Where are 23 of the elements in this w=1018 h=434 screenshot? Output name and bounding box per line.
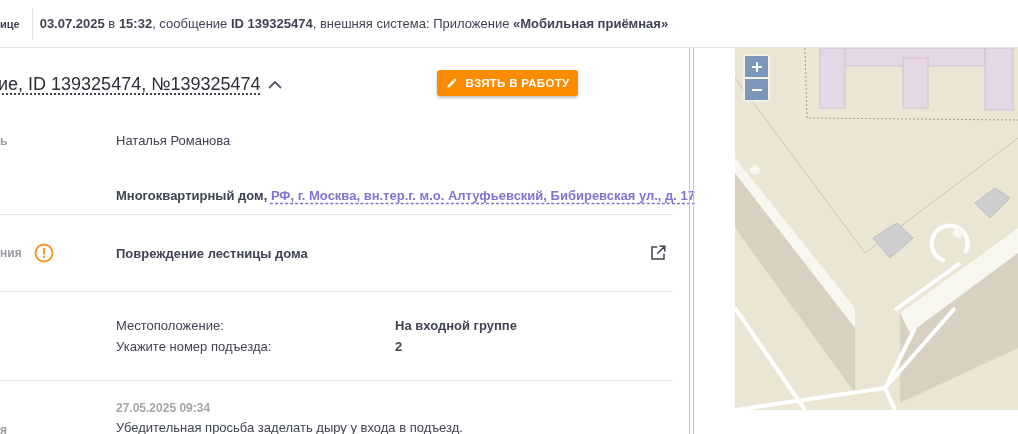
request-title[interactable]: ие, ID 139325474, №139325474 [0,74,261,95]
section-label: ь [0,134,8,148]
zoom-out-button[interactable] [745,79,768,100]
message-info: 03.07.2025 в 15:32, сообщение ID 139325474, внешняя система: Приложение «Мобильная приёмная» [38,16,669,31]
pencil-icon [445,77,458,89]
chevron-icon[interactable] [267,80,282,89]
zoom-in-button[interactable] [745,56,768,77]
tab-label[interactable]: ице [0,7,33,40]
section-label: я [0,423,7,434]
map-drawing[interactable] [735,48,1018,410]
field-label: Укажите номер подъезда: [116,339,273,354]
object-type: Многоквартирный дом, [116,188,268,203]
field-value: На входной группе [395,318,518,333]
minus-icon [751,88,762,91]
applicant-name: Наталья Романова [116,133,232,148]
problem-title: Повреждение лестницы дома [116,245,308,261]
field-value: 2 [395,339,404,354]
plus-icon [751,61,762,72]
section-label: ния [0,246,22,260]
field-label: Местоположение: [116,318,225,333]
external-link-icon[interactable] [649,244,667,262]
comment-text: Убедительная просьба заделать дыру у входа в подъезд. [116,420,464,434]
comment-date: 27.05.2025 09:34 [116,401,212,415]
